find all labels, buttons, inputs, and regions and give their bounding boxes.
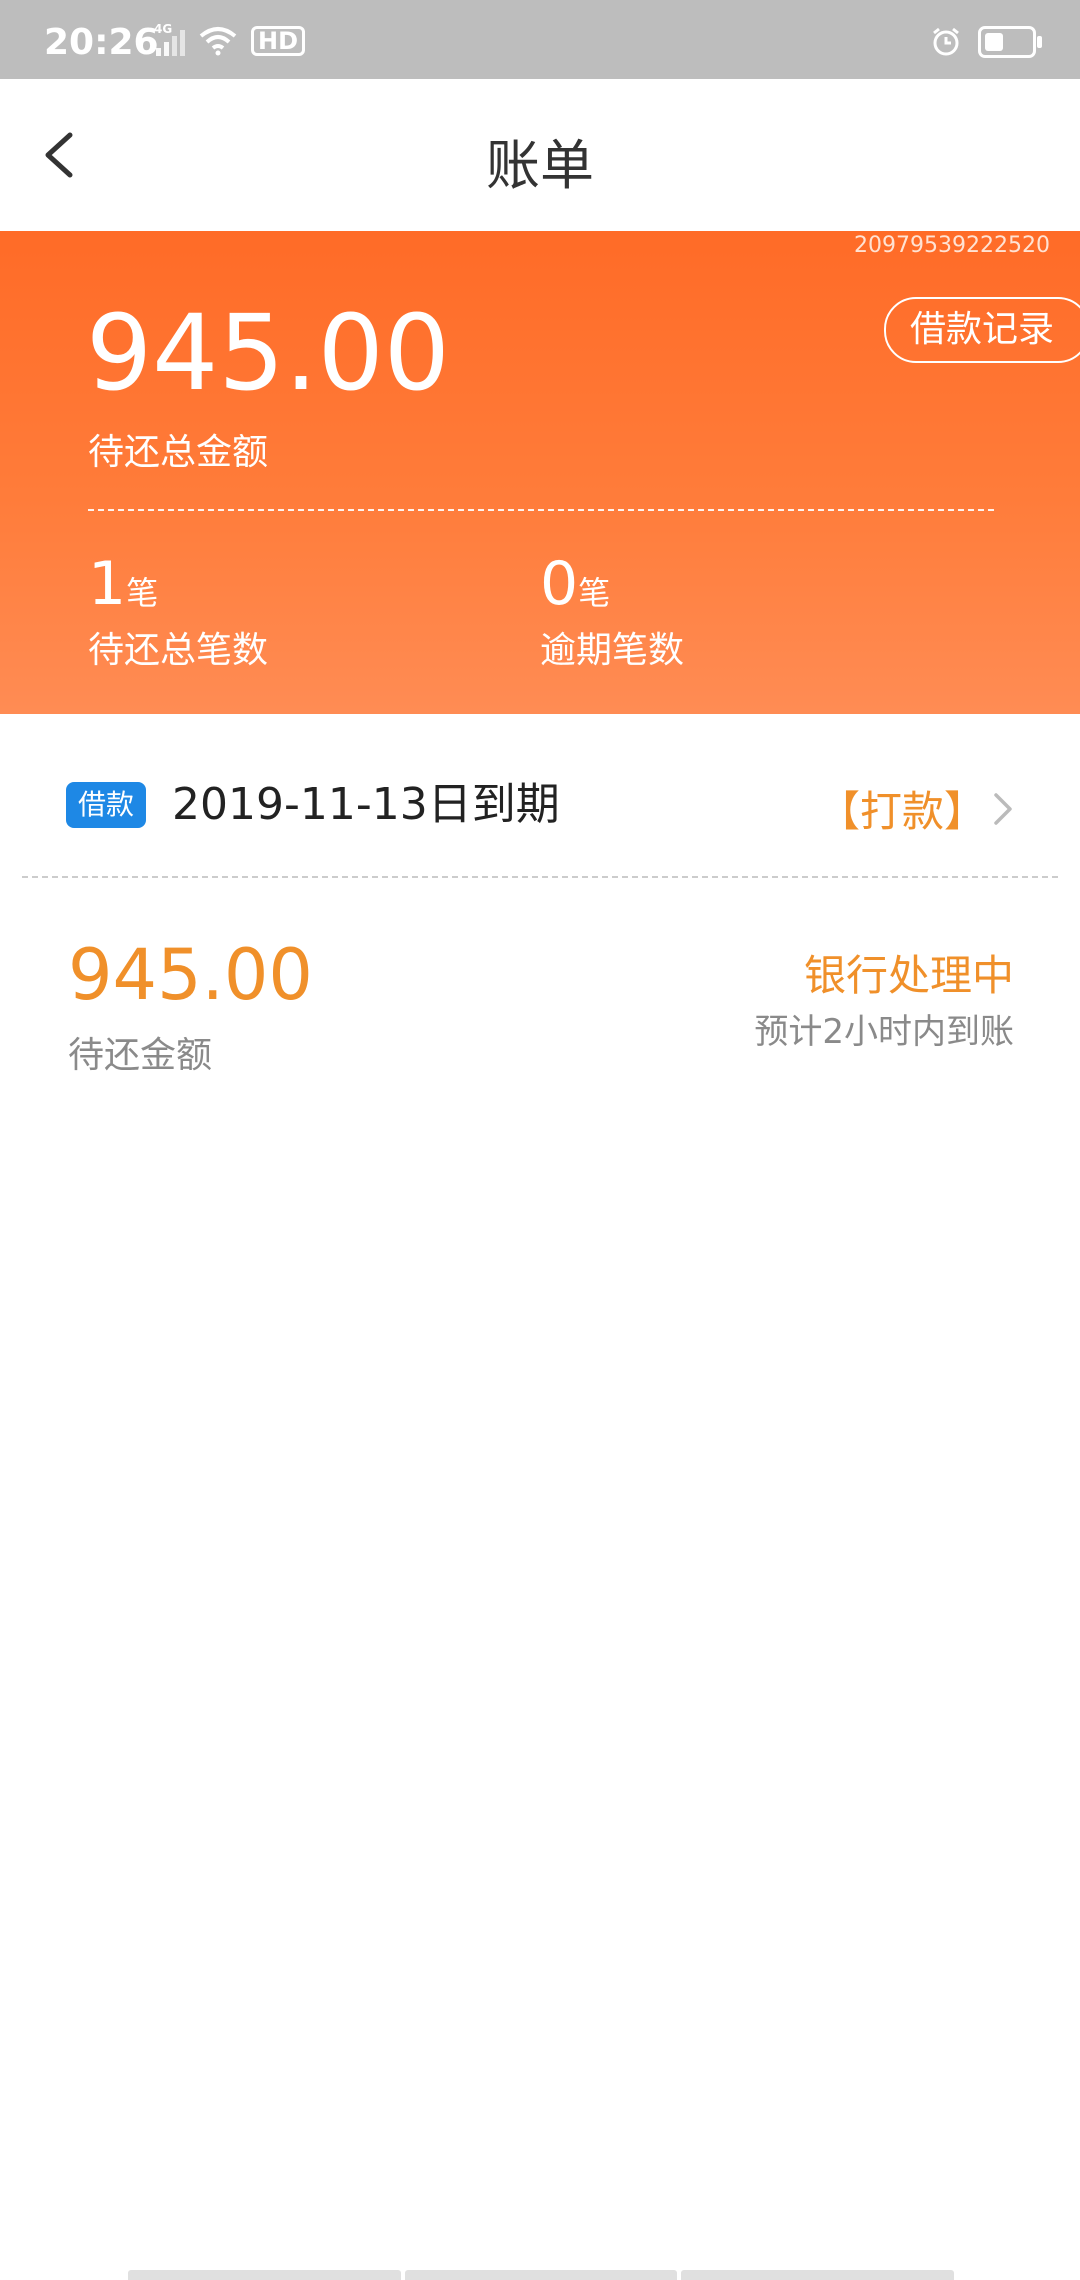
overdue-count-label: 逾期笔数	[540, 630, 685, 671]
gesture-handle-right[interactable]	[681, 2270, 955, 2280]
status-icons-right	[930, 26, 1042, 58]
bill-status-note: 预计2小时内到账	[754, 1012, 1014, 1052]
bill-amount: 945.00	[68, 934, 313, 1016]
due-date: 2019-11-13日到期	[172, 779, 560, 830]
total-amount-label: 待还总金额	[88, 432, 269, 473]
payment-link[interactable]: 【打款】	[818, 778, 1016, 839]
nav-bar: 账单	[0, 79, 1080, 231]
network-type-label: 4G	[154, 22, 173, 36]
order-number: 20979539222520	[854, 233, 1050, 258]
alarm-icon	[933, 27, 959, 56]
status-icons-left: 4G HD	[144, 22, 306, 56]
bill-status: 银行处理中	[803, 951, 1014, 1000]
bill-summary-panel: 20979539222520 借款记录 945.00 待还总金额 1笔 待还总笔…	[0, 231, 1080, 714]
payment-link-label: 【打款】	[817, 787, 986, 836]
summary-divider	[88, 509, 994, 511]
pending-count-unit: 笔	[126, 574, 159, 612]
page-title: 账单	[486, 134, 594, 197]
total-amount: 945.00	[86, 292, 450, 414]
loan-record-button[interactable]: 借款记录	[883, 297, 1080, 363]
chevron-right-icon	[994, 792, 1012, 825]
gesture-handle-left[interactable]	[128, 2270, 401, 2280]
wifi-icon	[199, 27, 237, 56]
loan-tag-badge: 借款	[66, 782, 147, 828]
battery-icon	[978, 26, 1042, 58]
cellular-signal-icon: 4G	[154, 22, 185, 56]
pending-count-label: 待还总笔数	[88, 630, 269, 671]
bottom-gesture-bar	[128, 2270, 955, 2280]
pending-count-stat: 1笔 待还总笔数	[88, 553, 268, 673]
gesture-handle-center[interactable]	[404, 2270, 678, 2280]
bill-divider	[22, 876, 1058, 878]
pending-count: 1	[88, 549, 127, 619]
hd-voice-icon: HD	[251, 26, 306, 56]
overdue-count-stat: 0笔 逾期笔数	[540, 553, 684, 673]
status-bar: 20:26 4G HD	[0, 0, 1080, 79]
bill-item-header: 借款 2019-11-13日到期 【打款】	[0, 774, 1080, 854]
overdue-count: 0	[540, 549, 579, 619]
status-time: 20:26	[44, 22, 159, 63]
bill-amount-label: 待还金额	[68, 1035, 213, 1076]
overdue-count-unit: 笔	[578, 574, 611, 612]
